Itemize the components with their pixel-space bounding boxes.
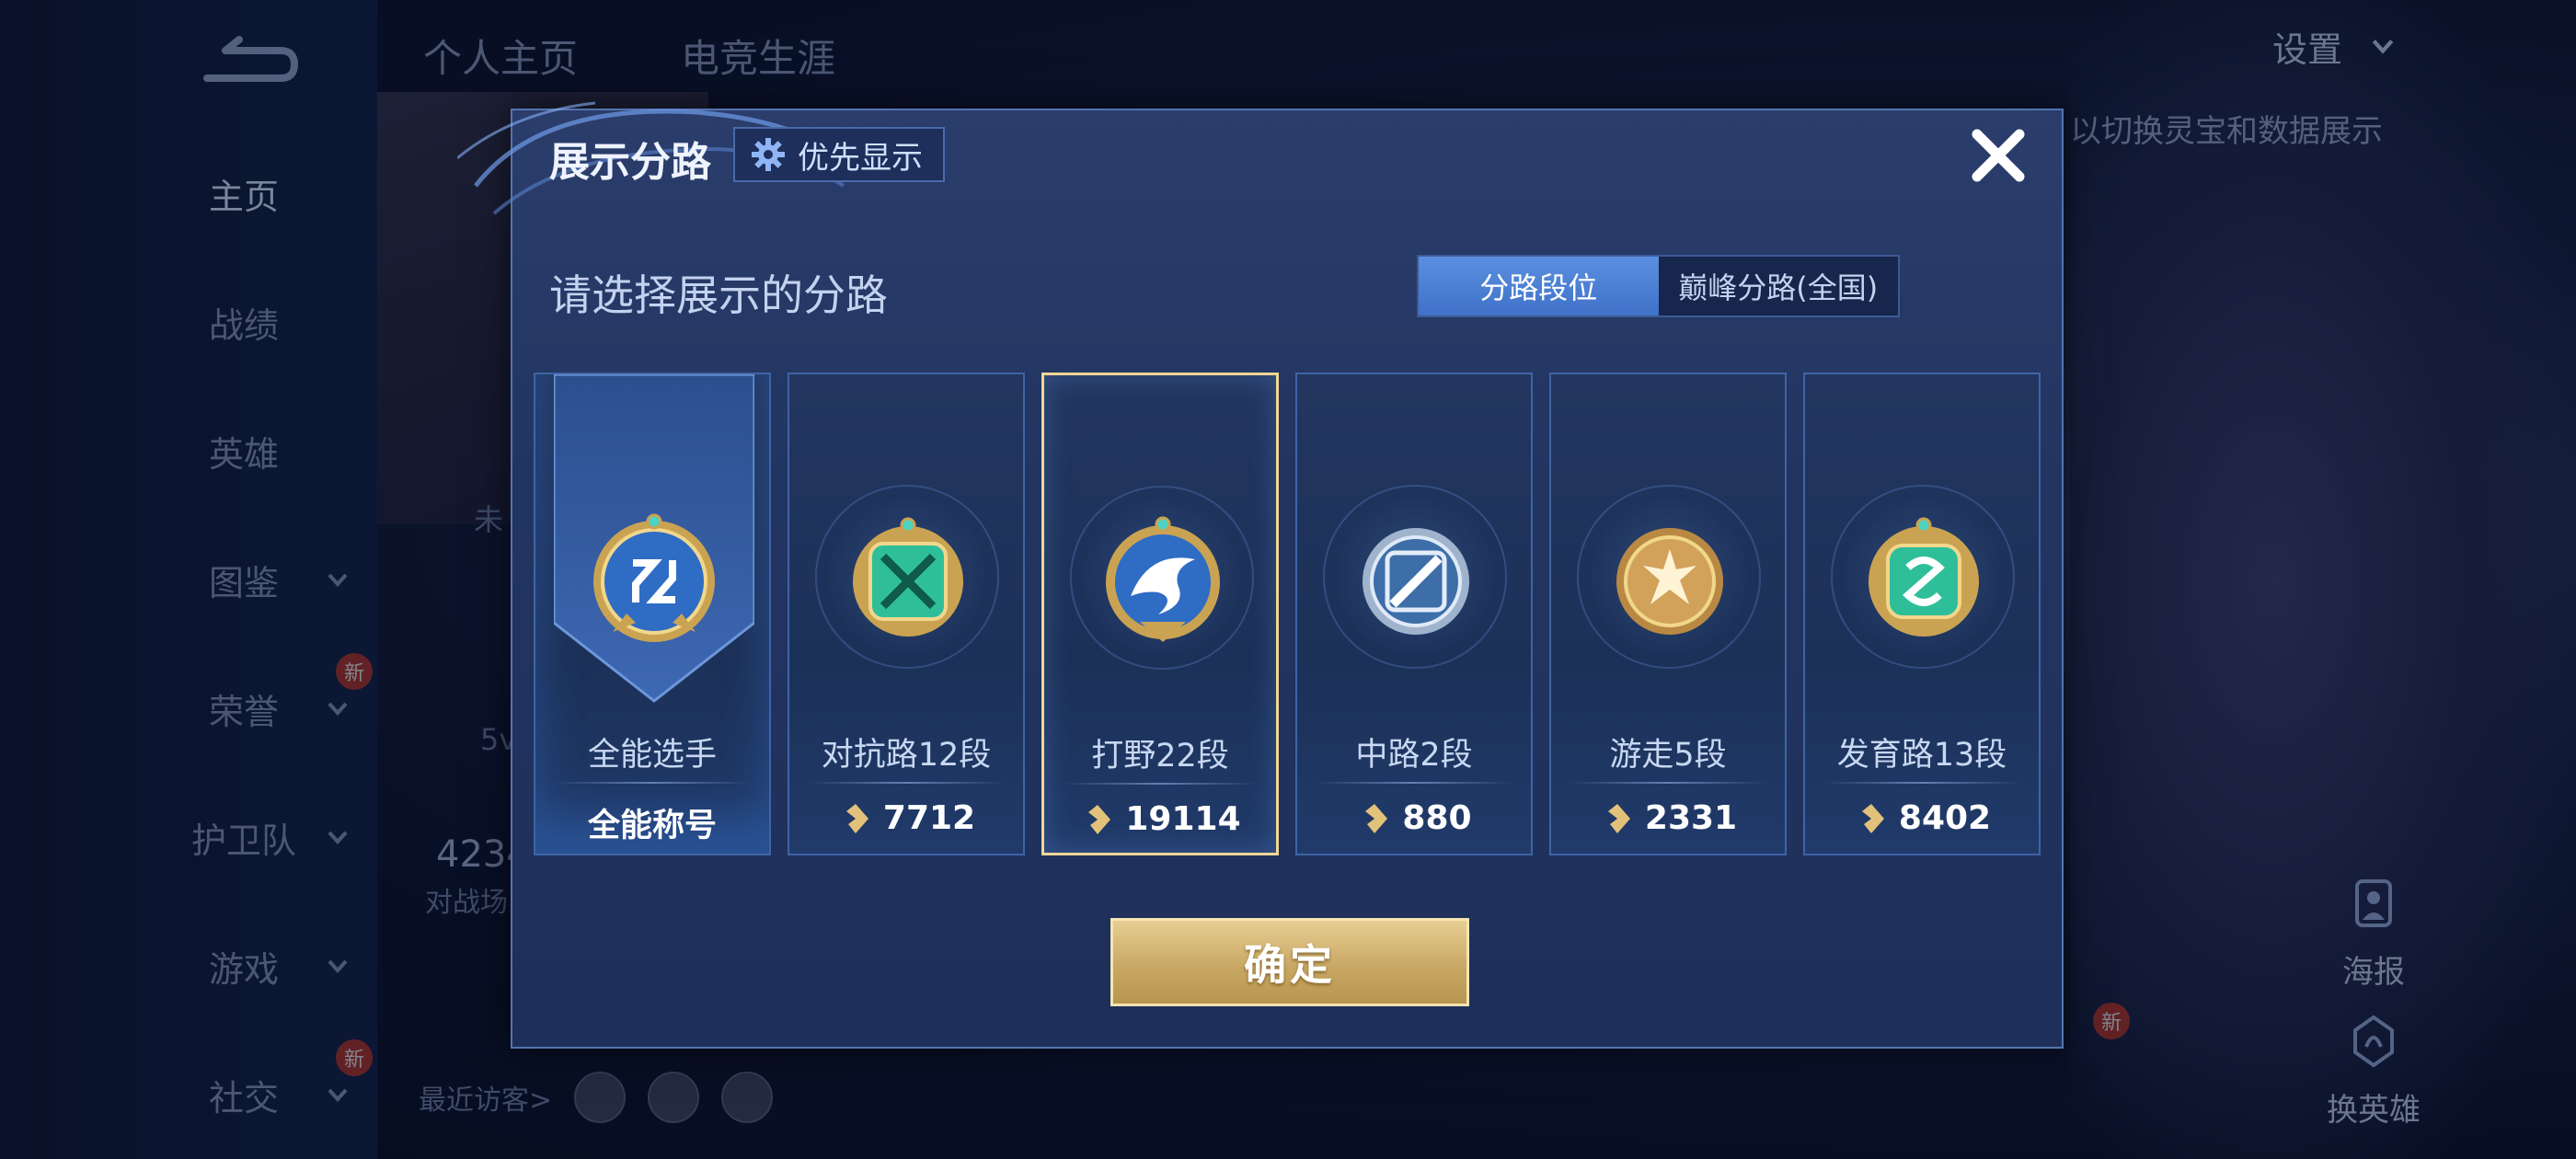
points-value: 7712 bbox=[882, 799, 976, 837]
points-value: 880 bbox=[1402, 799, 1472, 837]
points-icon bbox=[1365, 803, 1388, 833]
all-round-emblem-icon bbox=[593, 513, 715, 642]
lane-name: 对抗路12段 bbox=[821, 737, 992, 774]
confirm-button[interactable]: 确定 bbox=[1110, 918, 1469, 1006]
points-value: 2331 bbox=[1644, 799, 1738, 837]
lane-card-mid[interactable]: 中路2段 880 bbox=[1295, 373, 1533, 855]
clash-lane-emblem-icon bbox=[853, 517, 963, 637]
divider bbox=[554, 782, 751, 784]
priority-display-label: 优先显示 bbox=[798, 139, 923, 177]
divider bbox=[1316, 782, 1512, 784]
farm-lane-emblem-icon bbox=[1869, 517, 1979, 637]
points-icon bbox=[1088, 804, 1111, 834]
roam-emblem-icon bbox=[1616, 528, 1723, 635]
close-icon[interactable] bbox=[1966, 123, 2030, 188]
lane-points: 7712 bbox=[789, 799, 1023, 837]
points-icon bbox=[1607, 803, 1630, 833]
divider bbox=[1570, 782, 1766, 784]
lane-points: 880 bbox=[1297, 799, 1531, 837]
lane-points: 8402 bbox=[1805, 799, 2039, 837]
jungle-emblem-icon bbox=[1106, 516, 1220, 642]
lane-display-dialog: 展示分路 优先显示 请选择展示的分路 分路段位 巅峰分路(全国) 全能选手 全能… bbox=[457, 101, 2064, 1049]
points-icon bbox=[845, 803, 868, 833]
lane-points: 2331 bbox=[1551, 799, 1785, 837]
gear-icon bbox=[752, 138, 785, 171]
points-value: 19114 bbox=[1125, 800, 1241, 838]
divider bbox=[1823, 782, 2020, 784]
points-value: 8402 bbox=[1898, 799, 1992, 837]
all-round-title-label: 全能称号 bbox=[587, 808, 717, 844]
lane-points: 19114 bbox=[1044, 800, 1276, 838]
lane-name: 游走5段 bbox=[1609, 737, 1727, 774]
lane-name: 发育路13段 bbox=[1836, 737, 2007, 774]
lane-name: 全能选手 bbox=[587, 737, 717, 774]
priority-display-button[interactable]: 优先显示 bbox=[733, 127, 945, 182]
points-icon bbox=[1861, 803, 1884, 833]
toggle-lane-rank[interactable]: 分路段位 bbox=[1419, 257, 1659, 316]
lane-card-all-round[interactable]: 全能选手 全能称号 bbox=[534, 373, 771, 855]
lane-name: 打野22段 bbox=[1091, 738, 1229, 775]
lane-mode-toggle: 分路段位 巅峰分路(全国) bbox=[1417, 255, 1900, 317]
mid-lane-emblem-icon bbox=[1363, 528, 1469, 635]
divider bbox=[808, 782, 1005, 784]
lane-card-clash[interactable]: 对抗路12段 7712 bbox=[788, 373, 1025, 855]
lane-card-jungle[interactable]: 打野22段 19114 bbox=[1041, 373, 1279, 855]
lane-card-roam[interactable]: 游走5段 2331 bbox=[1549, 373, 1787, 855]
toggle-peak-lane[interactable]: 巅峰分路(全国) bbox=[1659, 257, 1899, 316]
lane-name: 中路2段 bbox=[1355, 737, 1473, 774]
divider bbox=[1063, 783, 1258, 785]
dialog-subtitle: 请选择展示的分路 bbox=[549, 270, 888, 320]
dialog-title: 展示分路 bbox=[549, 139, 711, 186]
lane-card-farm[interactable]: 发育路13段 8402 bbox=[1803, 373, 2041, 855]
